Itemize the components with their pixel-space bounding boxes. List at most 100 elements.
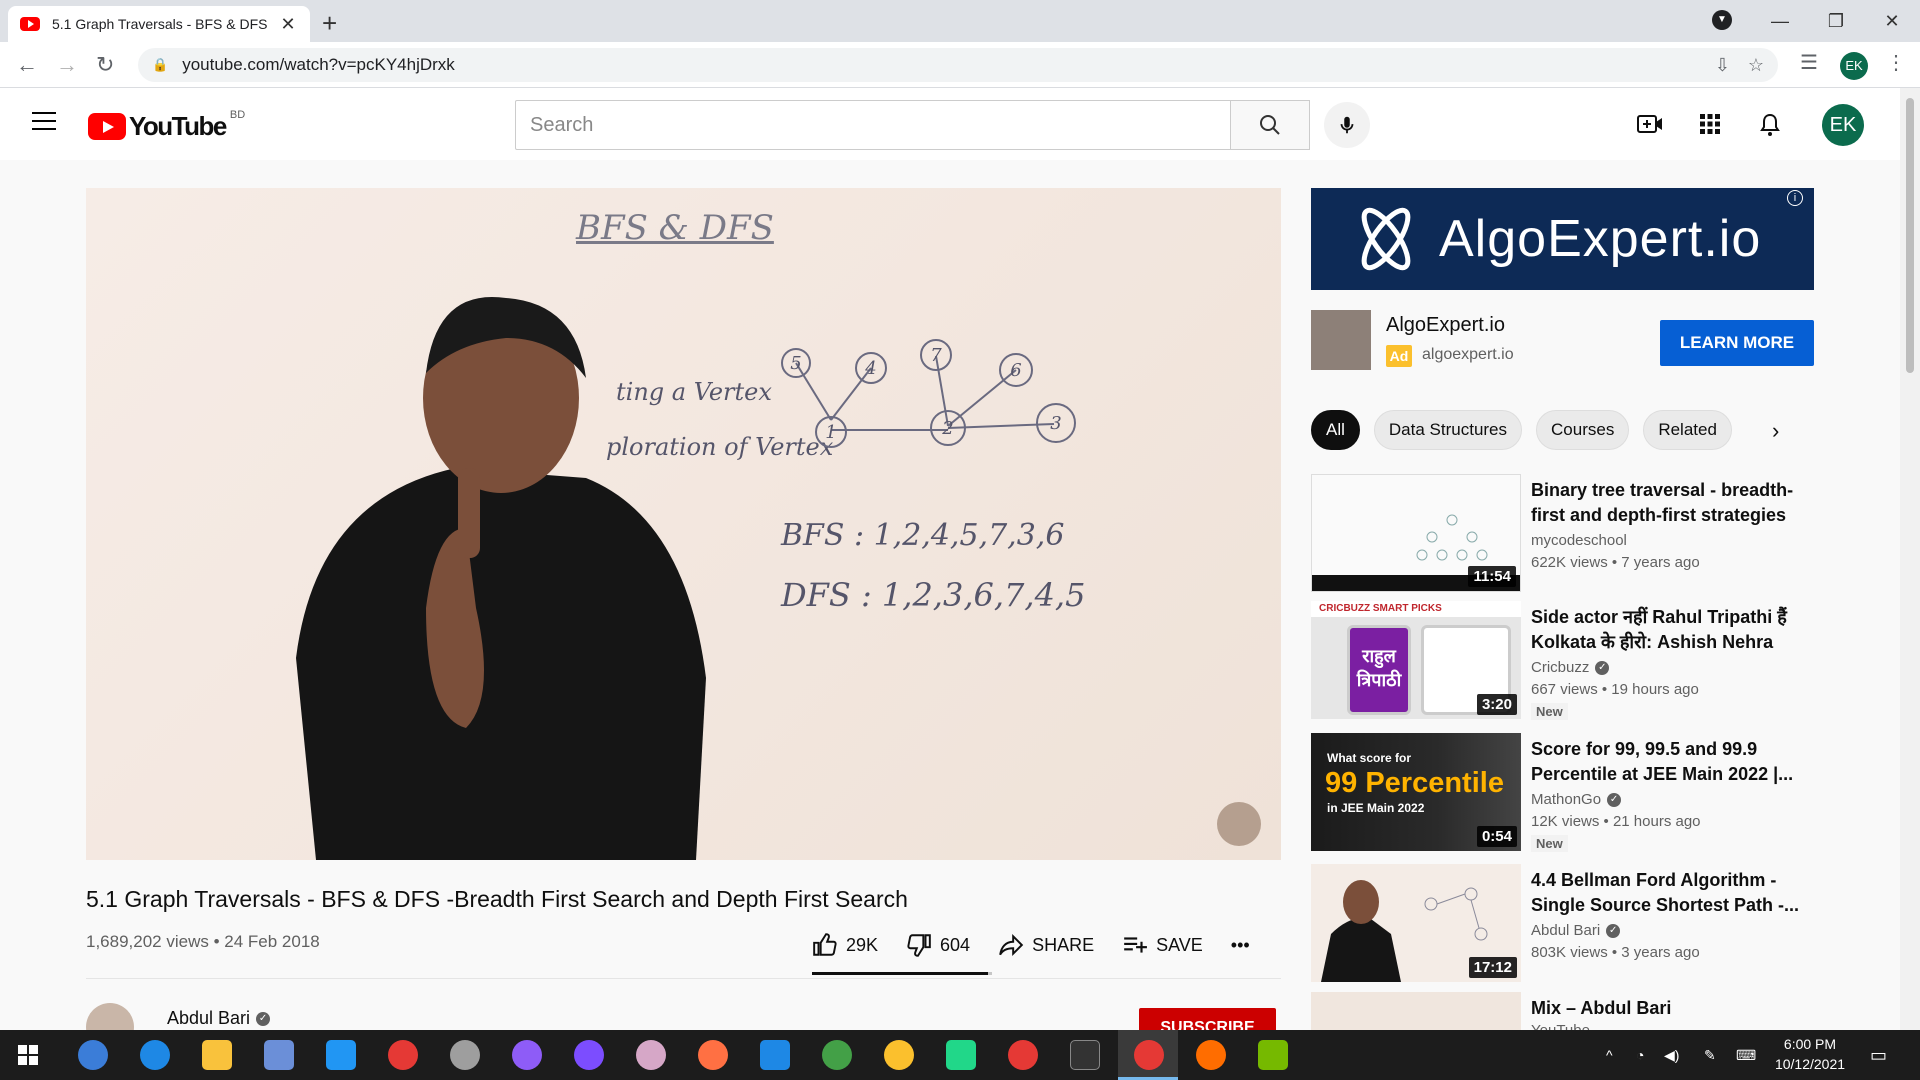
more-actions-icon[interactable]: •••: [1231, 935, 1250, 956]
notification-center-icon[interactable]: ▭: [1870, 1030, 1887, 1080]
video-thumbnail[interactable]: 11:54: [1311, 474, 1521, 592]
close-window-button[interactable]: ✕: [1864, 11, 1920, 32]
ad-title[interactable]: AlgoExpert.io: [1386, 314, 1505, 337]
video-thumbnail[interactable]: CRICBUZZ SMART PICKS राहुल त्रिपाठी 3:20: [1311, 601, 1521, 719]
vscode-icon[interactable]: [760, 1040, 790, 1070]
wifi-icon[interactable]: ◔: [1636, 1030, 1644, 1080]
reading-list-icon[interactable]: ☰: [1800, 50, 1818, 75]
edge-icon[interactable]: [140, 1040, 170, 1070]
reload-icon[interactable]: ↻: [96, 52, 114, 78]
recommendation-title[interactable]: Binary tree traversal - breadth-first an…: [1531, 478, 1801, 528]
page-scrollbar[interactable]: [1900, 88, 1920, 1030]
tab-close-icon[interactable]: ✕: [278, 14, 298, 35]
chevron-right-icon[interactable]: ›: [1772, 418, 1779, 444]
recommendation-channel[interactable]: MathonGo ✓: [1531, 791, 1622, 808]
recommendation-channel[interactable]: YouTube: [1531, 1022, 1590, 1030]
like-count: 29K: [846, 934, 879, 955]
search-button[interactable]: [1230, 100, 1310, 150]
apps-grid-icon[interactable]: [1698, 112, 1722, 136]
chip-courses[interactable]: Courses: [1536, 410, 1630, 450]
terminal-icon[interactable]: [1070, 1040, 1100, 1070]
edge-dev-icon[interactable]: [822, 1040, 852, 1070]
qbittorrent-icon[interactable]: [78, 1040, 108, 1070]
back-arrow-icon[interactable]: ←: [16, 52, 38, 78]
recommendation-item[interactable]: Mix – Abdul Bari YouTube: [1311, 992, 1901, 1030]
channel-watermark[interactable]: [1217, 802, 1261, 846]
tab-search-icon[interactable]: ▼: [1712, 10, 1732, 30]
recommendation-title[interactable]: Score for 99, 99.5 and 99.9 Percentile a…: [1531, 737, 1801, 787]
video-thumbnail[interactable]: [1311, 992, 1521, 1030]
minimize-button[interactable]: —: [1752, 11, 1808, 32]
windows-start-icon[interactable]: [18, 1045, 38, 1065]
opera-icon[interactable]: [388, 1040, 418, 1070]
recommendation-channel[interactable]: Cricbuzz ✓: [1531, 659, 1610, 676]
mail-icon[interactable]: [326, 1040, 356, 1070]
ad-badge: Ad: [1386, 345, 1412, 367]
video-thumbnail[interactable]: What score for 99 Percentile in JEE Main…: [1311, 733, 1521, 851]
pycharm-icon[interactable]: [946, 1040, 976, 1070]
dislike-button[interactable]: 604: [906, 932, 970, 958]
youtube-account-avatar[interactable]: EK: [1822, 104, 1864, 146]
hamburger-menu-icon[interactable]: [32, 112, 56, 136]
search-input[interactable]: Search: [515, 100, 1231, 150]
forward-arrow-icon[interactable]: →: [56, 52, 78, 78]
bookmark-star-icon[interactable]: ☆: [1748, 55, 1764, 76]
app-icon[interactable]: [450, 1040, 480, 1070]
file-explorer-icon[interactable]: [202, 1040, 232, 1070]
recommendation-item[interactable]: CRICBUZZ SMART PICKS राहुल त्रिपाठी 3:20…: [1311, 601, 1901, 720]
address-bar[interactable]: 🔒 youtube.com/watch?v=pcKY4hjDrxk ⇩ ☆: [138, 48, 1778, 82]
ad-banner[interactable]: AlgoExpert.io: [1311, 188, 1814, 290]
channel-name[interactable]: Abdul Bari ✓: [167, 1008, 271, 1029]
recommendation-item[interactable]: 17:12 4.4 Bellman Ford Algorithm - Singl…: [1311, 864, 1901, 982]
nvidia-icon[interactable]: [1258, 1040, 1288, 1070]
chrome-profile-avatar[interactable]: EK: [1840, 52, 1868, 80]
github-icon[interactable]: [574, 1040, 604, 1070]
maximize-button[interactable]: ❐: [1808, 11, 1864, 32]
postman-icon[interactable]: [1196, 1040, 1226, 1070]
chrome-menu-icon[interactable]: ⋮: [1886, 50, 1906, 75]
share-button[interactable]: SHARE: [998, 932, 1094, 958]
browser-tab-active[interactable]: 5.1 Graph Traversals - BFS & DFS ✕: [8, 6, 310, 42]
chip-data-structures[interactable]: Data Structures: [1373, 410, 1523, 450]
keyboard-icon[interactable]: ⌨: [1736, 1030, 1756, 1080]
voice-search-button[interactable]: [1324, 102, 1370, 148]
youtube-logo[interactable]: YouTube BD: [88, 108, 246, 142]
advertiser-avatar[interactable]: [1311, 310, 1371, 370]
chip-related[interactable]: Related: [1643, 410, 1732, 450]
recommendation-item[interactable]: 11:54 Binary tree traversal - breadth-fi…: [1311, 474, 1901, 592]
volume-icon[interactable]: ◀): [1664, 1030, 1679, 1080]
window-controls: — ❐ ✕: [1752, 0, 1920, 42]
store-icon[interactable]: [264, 1040, 294, 1070]
recommendation-channel[interactable]: Abdul Bari ✓: [1531, 922, 1621, 939]
notifications-bell-icon[interactable]: [1758, 112, 1782, 138]
chrome-icon[interactable]: [884, 1040, 914, 1070]
paint-icon[interactable]: [636, 1040, 666, 1070]
recommendation-item[interactable]: What score for 99 Percentile in JEE Main…: [1311, 733, 1901, 852]
lock-icon[interactable]: 🔒: [152, 57, 168, 73]
recommendation-channel[interactable]: mycodeschool: [1531, 532, 1627, 549]
new-tab-button[interactable]: +: [322, 8, 337, 39]
chrome-profile-icon[interactable]: [1008, 1040, 1038, 1070]
recommendation-title[interactable]: Mix – Abdul Bari: [1531, 996, 1801, 1021]
recommendation-title[interactable]: Side actor नहीं Rahul Tripathi हैं Kolka…: [1531, 605, 1801, 655]
ad-info-icon[interactable]: i: [1787, 190, 1803, 206]
pen-icon[interactable]: ✎: [1704, 1030, 1716, 1080]
channel-text: Cricbuzz: [1531, 659, 1590, 676]
chrome-active-icon[interactable]: [1134, 1040, 1164, 1070]
messenger-icon[interactable]: [512, 1040, 542, 1070]
like-button[interactable]: 29K: [812, 932, 878, 958]
firefox-icon[interactable]: [698, 1040, 728, 1070]
video-thumbnail[interactable]: 17:12: [1311, 864, 1521, 982]
learn-more-button[interactable]: LEARN MORE: [1660, 320, 1814, 366]
install-app-icon[interactable]: ⇩: [1715, 55, 1730, 76]
create-video-icon[interactable]: [1636, 112, 1664, 136]
recommendation-title[interactable]: 4.4 Bellman Ford Algorithm - Single Sour…: [1531, 868, 1801, 918]
video-player[interactable]: BFS & DFS ting a Vertex ploration of Ver…: [86, 188, 1281, 860]
country-code: BD: [229, 108, 246, 121]
save-label: SAVE: [1156, 934, 1203, 955]
tray-chevron-icon[interactable]: ^: [1606, 1030, 1613, 1080]
chip-all[interactable]: All: [1311, 410, 1360, 450]
system-clock[interactable]: 6:00 PM 10/12/2021: [1770, 1034, 1850, 1074]
scrollbar-thumb[interactable]: [1906, 98, 1914, 373]
save-button[interactable]: SAVE: [1122, 932, 1203, 958]
